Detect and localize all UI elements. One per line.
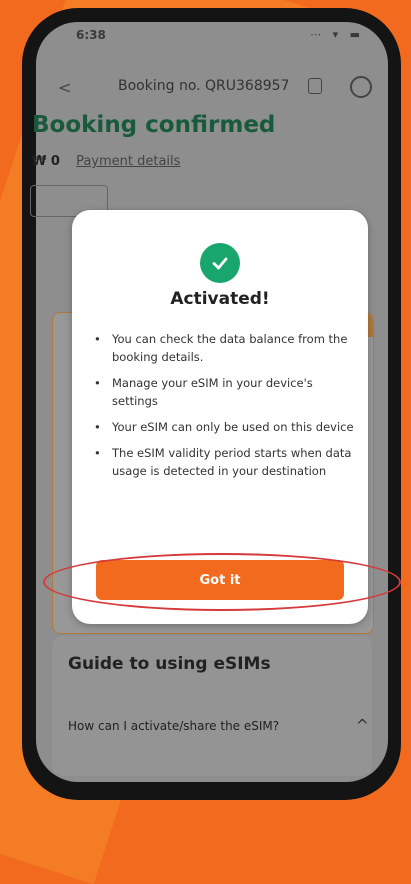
- app-header: < Booking no. QRU368957: [36, 66, 388, 106]
- bullet-item: • Your eSIM can only be used on this devi…: [94, 420, 354, 434]
- back-button[interactable]: <: [58, 78, 71, 97]
- booking-number-title: Booking no. QRU368957: [118, 78, 290, 94]
- bullet-item: • You can check the data balance from the…: [94, 332, 348, 364]
- bullet-item: • The eSIM validity period starts when da…: [94, 446, 352, 478]
- info-bullet-list: • You can check the data balance from the…: [94, 330, 356, 488]
- headset-icon[interactable]: [350, 76, 372, 98]
- copy-icon[interactable]: [308, 78, 322, 94]
- price-value: ₩ 0: [32, 154, 60, 169]
- annotation-highlight-oval: [43, 553, 401, 611]
- page-title: Booking confirmed: [32, 112, 276, 138]
- faq-question[interactable]: How can I activate/share the eSIM?: [68, 718, 308, 735]
- guide-title: Guide to using eSIMs: [68, 654, 271, 674]
- checkmark-icon: [200, 243, 240, 283]
- chevron-up-icon[interactable]: ^: [356, 716, 369, 735]
- price-row: ₩ 0 Payment details: [32, 154, 180, 169]
- bullet-item: • Manage your eSIM in your device's setti…: [94, 376, 313, 408]
- status-icons: ⋯ ▾ ▬: [310, 28, 364, 41]
- modal-title: Activated!: [170, 289, 270, 309]
- payment-details-link[interactable]: Payment details: [76, 154, 180, 169]
- status-time: 6:38: [76, 28, 106, 42]
- status-bar: 6:38 ⋯ ▾ ▬: [36, 22, 388, 52]
